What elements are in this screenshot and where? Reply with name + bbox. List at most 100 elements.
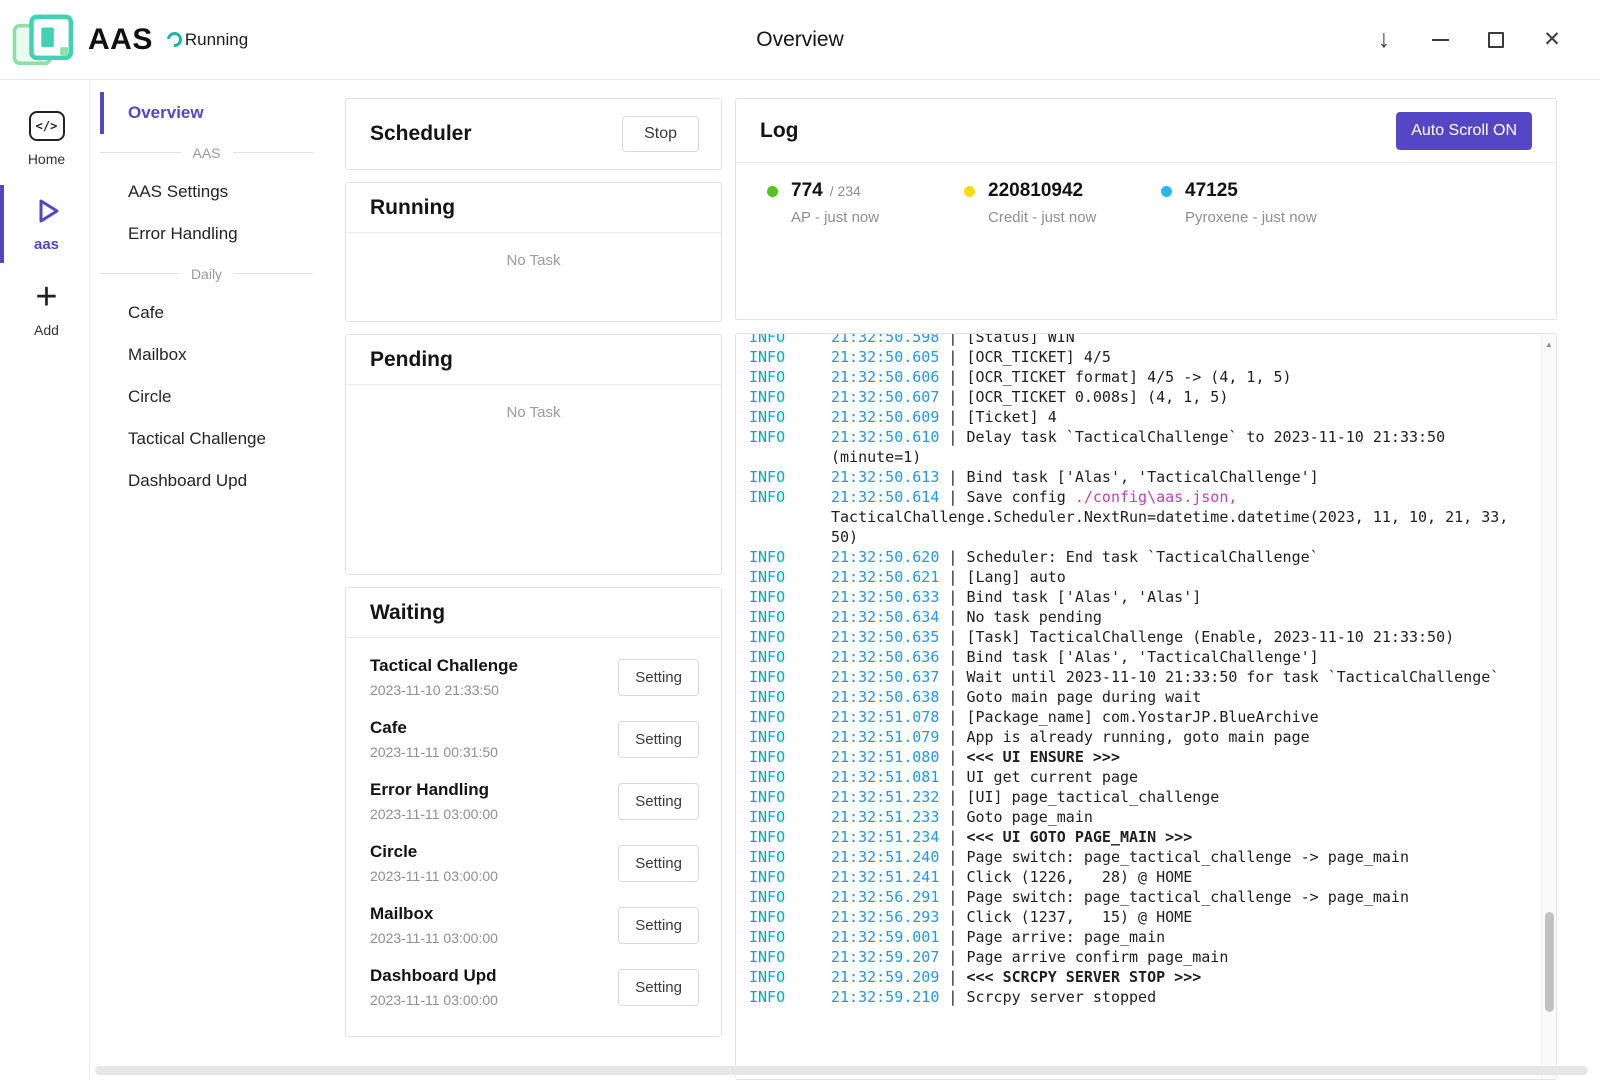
- log-line: INFO21:32:50.621 | [Lang] auto: [749, 567, 1532, 587]
- log-line: INFO21:32:50.598 | [Status] WIN: [749, 333, 1532, 347]
- task-next-run: 2023-11-11 03:00:00: [370, 930, 498, 946]
- scroll-up-icon[interactable]: ▲: [1542, 336, 1556, 352]
- pending-card: Pending No Task: [345, 334, 722, 575]
- log-line: INFO21:32:59.207 | Page arrive confirm p…: [749, 947, 1532, 967]
- log-level: INFO: [749, 827, 831, 847]
- stat-label: AP - just now: [791, 209, 964, 226]
- app-name: AAS: [88, 23, 153, 57]
- log-header-card: Log Auto Scroll ON 774/ 234AP - just now…: [735, 98, 1557, 320]
- stat-suffix: / 234: [830, 183, 861, 199]
- rail-item-add[interactable]: +Add: [0, 271, 89, 348]
- stop-button[interactable]: Stop: [622, 116, 699, 152]
- log-level: INFO: [749, 567, 831, 587]
- status-dot-icon: [767, 186, 778, 197]
- task-info: Cafe2023-11-11 00:31:50: [370, 718, 498, 760]
- setting-button[interactable]: Setting: [618, 907, 699, 944]
- sidebar-item-circle[interactable]: Circle: [100, 376, 330, 418]
- stat-credit: 220810942Credit - just now: [964, 180, 1161, 226]
- log-line: INFO21:32:59.209 | <<< SCRCPY SERVER STO…: [749, 967, 1532, 987]
- log-message: Page arrive: page_main: [966, 928, 1165, 946]
- log-level: INFO: [749, 647, 831, 667]
- code-icon: </>: [29, 110, 65, 142]
- log-level: INFO: [749, 807, 831, 827]
- auto-scroll-button[interactable]: Auto Scroll ON: [1396, 112, 1532, 150]
- sidebar-item-cafe[interactable]: Cafe: [100, 292, 330, 334]
- app-body: </>Homeaas+Add OverviewAASAAS SettingsEr…: [0, 80, 1600, 1080]
- sidebar-item-error-handling[interactable]: Error Handling: [100, 213, 330, 255]
- sidebar-group-label: Daily: [179, 266, 234, 282]
- log-level: INFO: [749, 667, 831, 687]
- log-timestamp: 21:32:56.293: [831, 908, 939, 926]
- log-message: Bind task ['Alas', 'TacticalChallenge']: [966, 648, 1318, 666]
- horizontal-scrollbar[interactable]: [95, 1066, 1588, 1075]
- log-message: Bind task ['Alas', 'Alas']: [966, 588, 1201, 606]
- log-scrollbar[interactable]: ▲ ▼: [1541, 334, 1556, 1079]
- log-level: INFO: [749, 947, 831, 967]
- log-timestamp: 21:32:50.605: [831, 348, 939, 366]
- sidebar-item-aas-settings[interactable]: AAS Settings: [100, 171, 330, 213]
- log-message: Page switch: page_tactical_challenge -> …: [966, 888, 1409, 906]
- setting-button[interactable]: Setting: [618, 845, 699, 882]
- log-scrollbar-thumb[interactable]: [1545, 912, 1554, 1012]
- log-line: INFO21:32:50.636 | Bind task ['Alas', 'T…: [749, 647, 1532, 667]
- setting-button[interactable]: Setting: [618, 659, 699, 696]
- main-content: Scheduler Stop Running No Task Pending N…: [330, 80, 1600, 1080]
- divider: [234, 273, 313, 274]
- log-level: INFO: [749, 347, 831, 367]
- close-button[interactable]: ✕: [1536, 24, 1568, 56]
- sidebar-item-tactical-challenge[interactable]: Tactical Challenge: [100, 418, 330, 460]
- log-level: INFO: [749, 547, 831, 567]
- task-info: Dashboard Upd2023-11-11 03:00:00: [370, 966, 498, 1008]
- log-message: Click (1237, 15) @ HOME: [966, 908, 1192, 926]
- sidebar-item-dashboard-upd[interactable]: Dashboard Upd: [100, 460, 330, 502]
- sidebar-item-overview[interactable]: Overview: [100, 92, 330, 134]
- log-line: INFO21:32:51.079 | App is already runnin…: [749, 727, 1532, 747]
- divider: [100, 152, 181, 153]
- log-line: INFO21:32:50.620 | Scheduler: End task `…: [749, 547, 1532, 567]
- log-level: INFO: [749, 607, 831, 627]
- download-icon: ↓: [1378, 25, 1391, 54]
- rail-item-label: aas: [34, 236, 59, 253]
- stat-value: 220810942: [988, 180, 1083, 202]
- log-title: Log: [760, 119, 798, 143]
- log-timestamp: 21:32:50.634: [831, 608, 939, 626]
- setting-button[interactable]: Setting: [618, 969, 699, 1006]
- log-line: INFO21:32:51.240 | Page switch: page_tac…: [749, 847, 1532, 867]
- waiting-task-cafe: Cafe2023-11-11 00:31:50 Setting: [370, 708, 699, 770]
- log-line: INFO21:32:56.291 | Page switch: page_tac…: [749, 887, 1532, 907]
- log-message: [Task] TacticalChallenge (Enable, 2023-1…: [966, 628, 1454, 646]
- log-line: INFO21:32:59.001 | Page arrive: page_mai…: [749, 927, 1532, 947]
- pending-empty-text: No Task: [346, 385, 721, 421]
- setting-button[interactable]: Setting: [618, 721, 699, 758]
- sidebar-group-daily: Daily: [100, 255, 313, 292]
- rail-item-home[interactable]: </>Home: [0, 100, 89, 177]
- log-level: INFO: [749, 847, 831, 867]
- task-name: Circle: [370, 842, 498, 862]
- log-message: App is already running, goto main page: [966, 728, 1309, 746]
- log-level: INFO: [749, 767, 831, 787]
- waiting-task-error-handling: Error Handling2023-11-11 03:00:00Setting: [370, 770, 699, 832]
- running-empty-text: No Task: [346, 233, 721, 269]
- close-icon: ✕: [1543, 27, 1561, 52]
- log-message: <<< UI ENSURE >>>: [966, 748, 1120, 766]
- minimize-icon: [1432, 39, 1449, 41]
- sidebar-group-label: AAS: [181, 145, 233, 161]
- rail-item-aas[interactable]: aas: [0, 185, 89, 263]
- log-timestamp: 21:32:51.241: [831, 868, 939, 886]
- maximize-button[interactable]: [1480, 24, 1512, 56]
- log-line: INFO21:32:50.635 | [Task] TacticalChalle…: [749, 627, 1532, 647]
- download-button[interactable]: ↓: [1368, 24, 1400, 56]
- minimize-button[interactable]: [1424, 24, 1456, 56]
- dashboard-stats: 774/ 234AP - just now220810942Credit - j…: [736, 163, 1556, 226]
- sidebar-item-mailbox[interactable]: Mailbox: [100, 334, 330, 376]
- sidebar: Overview AAS AAS SettingsError Handling Dai…: [90, 80, 330, 1080]
- log-level: INFO: [749, 967, 831, 987]
- stat-label: Pyroxene - just now: [1185, 209, 1358, 226]
- app-logo: [10, 11, 78, 69]
- plus-icon: +: [35, 281, 57, 313]
- log-line: INFO21:32:50.605 | [OCR_TICKET] 4/5: [749, 347, 1532, 367]
- setting-button[interactable]: Setting: [618, 783, 699, 820]
- log-level: INFO: [749, 707, 831, 727]
- horizontal-scrollbar-thumb[interactable]: [95, 1066, 1588, 1075]
- log-line: INFO21:32:56.293 | Click (1237, 15) @ HO…: [749, 907, 1532, 927]
